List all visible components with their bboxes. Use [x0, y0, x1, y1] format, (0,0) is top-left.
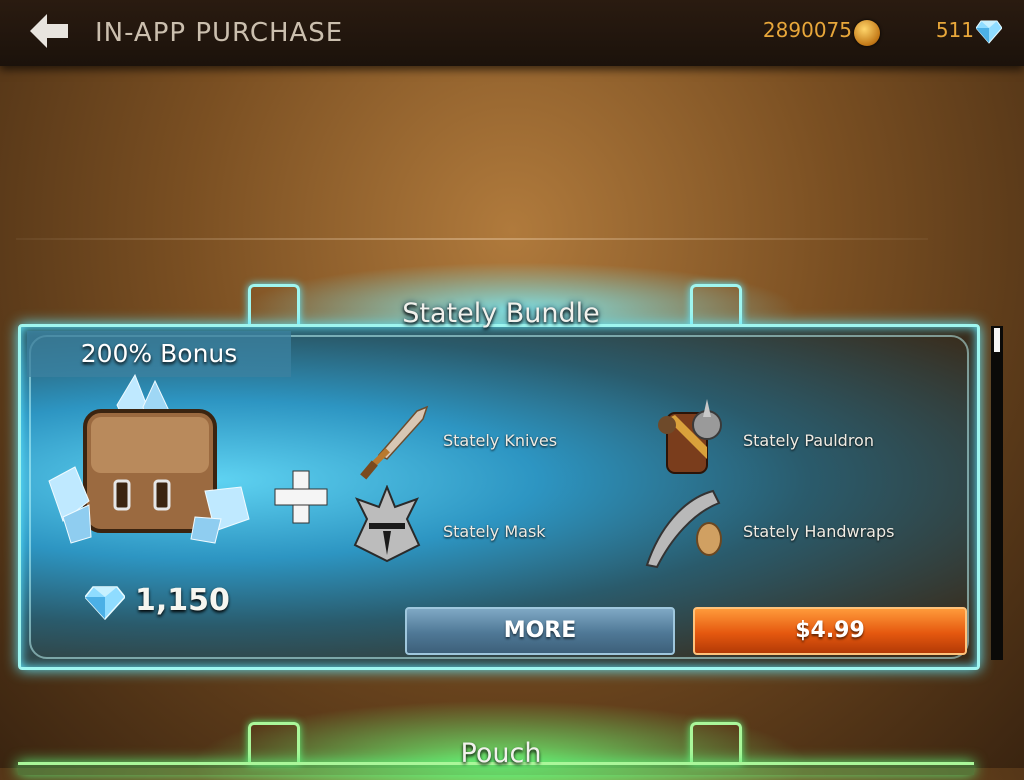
scrollbar-track[interactable] [991, 326, 1003, 660]
bundle-title: Stately Bundle [402, 298, 600, 329]
gold-coin-icon [854, 20, 880, 46]
item-label-mask: Stately Mask [443, 522, 546, 541]
section-divider [16, 238, 928, 240]
pauldron-icon [658, 399, 722, 474]
item-label-knives: Stately Knives [443, 431, 558, 450]
stately-bundle-card: 200% Bonus 1,150 Stately Knives Stately … [18, 324, 980, 670]
more-button[interactable]: MORE [405, 607, 675, 655]
buy-price-button[interactable]: $4.99 [693, 607, 967, 655]
gem-balance: 511 [935, 18, 974, 42]
gem-icon [85, 586, 125, 621]
mask-icon [353, 485, 421, 563]
gold-balance: 2890075 [762, 18, 852, 42]
page-title: IN-APP PURCHASE [95, 18, 344, 48]
gem-chest-icon [48, 373, 250, 544]
knife-icon [360, 405, 429, 480]
next-bundle-title: Pouch [460, 738, 542, 769]
item-label-handwraps: Stately Handwraps [743, 522, 895, 541]
top-bar: IN-APP PURCHASE 2890075 511 [0, 0, 1024, 66]
plus-icon [274, 470, 328, 524]
scrollbar-thumb[interactable] [994, 328, 1000, 352]
gem-icon [976, 20, 1002, 44]
handwraps-icon [645, 489, 722, 569]
back-button[interactable] [30, 14, 70, 48]
item-label-pauldron: Stately Pauldron [743, 431, 874, 450]
gem-amount: 1,150 [135, 583, 230, 618]
back-arrow-icon [30, 14, 68, 48]
